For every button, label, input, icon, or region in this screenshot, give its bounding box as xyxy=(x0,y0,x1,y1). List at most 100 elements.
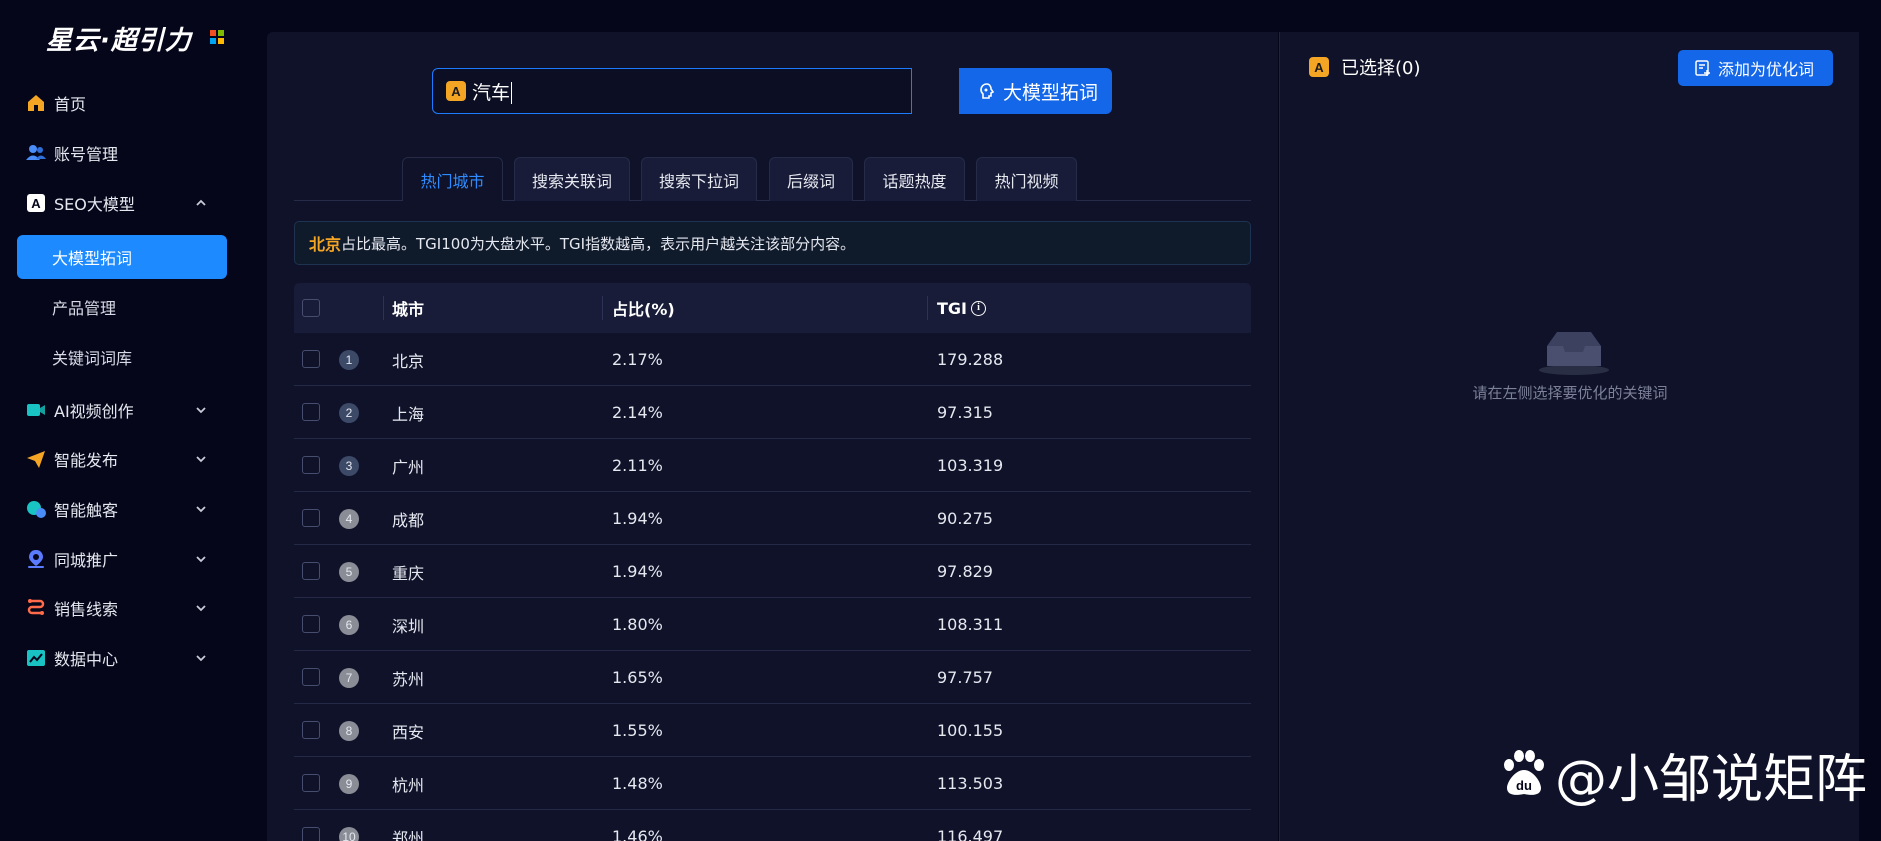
table-row[interactable]: 5 重庆 1.94% 97.829 xyxy=(294,545,1251,598)
empty-inbox-icon xyxy=(1539,332,1609,375)
row-checkbox[interactable] xyxy=(302,509,320,527)
tgi-cell: 113.503 xyxy=(937,774,1004,793)
info-icon[interactable]: i xyxy=(971,300,986,316)
tab-label: 搜索关联词 xyxy=(531,171,612,191)
share-cell: 2.17% xyxy=(612,350,663,369)
watermark-text: @小邹说矩阵 xyxy=(1555,749,1868,810)
tab-hot-cities[interactable]: 热门城市 xyxy=(402,157,503,201)
sidebar-item-label: 数据中心 xyxy=(54,650,119,669)
chevron-down-icon xyxy=(196,605,206,612)
model-expand-button[interactable]: 大模型拓词 xyxy=(959,68,1112,114)
table-row[interactable]: 10 郑州 1.46% 116.497 xyxy=(294,810,1251,841)
share-cell: 1.55% xyxy=(612,721,663,740)
tab-dropdown-keywords[interactable]: 搜索下拉词 xyxy=(641,157,757,201)
share-cell: 1.65% xyxy=(612,668,663,687)
sidebar-subitem-product-management[interactable]: 产品管理 xyxy=(17,285,227,329)
tab-label: 热门视频 xyxy=(994,171,1059,191)
reach-icon xyxy=(26,499,46,519)
row-checkbox[interactable] xyxy=(302,668,320,686)
baidu-paw-icon: du xyxy=(1504,750,1544,795)
tab-suffix-words[interactable]: 后缀词 xyxy=(769,157,853,201)
selection-title-label: 已选择(0) xyxy=(1341,58,1421,79)
sidebar-item-label: 首页 xyxy=(54,95,87,114)
sidebar-item-seo-model[interactable]: A SEO大模型 xyxy=(0,181,230,225)
city-cell: 广州 xyxy=(392,457,425,477)
sidebar-item-home[interactable]: 首页 xyxy=(0,81,230,125)
search-input-value: 汽车 xyxy=(472,81,513,104)
text-caret xyxy=(511,82,513,104)
search-input[interactable]: A 汽车 xyxy=(432,68,912,114)
share-cell: 2.11% xyxy=(612,456,663,475)
column-divider xyxy=(927,296,928,320)
table-row[interactable]: 9 杭州 1.48% 113.503 xyxy=(294,757,1251,810)
chevron-down-icon xyxy=(196,655,206,662)
a-badge-icon: A xyxy=(446,81,466,101)
sidebar-item-data-center[interactable]: 数据中心 xyxy=(0,636,230,680)
city-cell: 苏州 xyxy=(392,669,425,689)
sidebar-subitem-model-expand[interactable]: 大模型拓词 xyxy=(17,235,227,279)
table-row[interactable]: 6 深圳 1.80% 108.311 xyxy=(294,598,1251,651)
table-row[interactable]: 7 苏州 1.65% 97.757 xyxy=(294,651,1251,704)
select-all-checkbox[interactable] xyxy=(302,299,320,317)
row-checkbox[interactable] xyxy=(302,774,320,792)
table-row[interactable]: 1 北京 2.17% 179.288 xyxy=(294,333,1251,386)
sidebar-item-sales-leads[interactable]: 销售线索 xyxy=(0,586,230,630)
sidebar-item-label: SEO大模型 xyxy=(54,195,135,214)
tab-label: 搜索下拉词 xyxy=(658,171,739,191)
tab-hot-videos[interactable]: 热门视频 xyxy=(976,157,1077,201)
share-cell: 1.48% xyxy=(612,774,663,793)
table-row[interactable]: 8 西安 1.55% 100.155 xyxy=(294,704,1251,757)
table-row[interactable]: 3 广州 2.11% 103.319 xyxy=(294,439,1251,492)
selection-panel: A 已选择(0) 添加为优化词 请在左侧选择要优化的关键词 xyxy=(1279,32,1859,841)
share-cell: 1.46% xyxy=(612,827,663,841)
svg-text:du: du xyxy=(1516,778,1532,793)
rank-badge: 6 xyxy=(339,615,359,635)
column-header-tgi-label: TGI xyxy=(937,298,967,318)
city-cell: 杭州 xyxy=(392,775,425,795)
brand-logo-text: 星云·超引力 xyxy=(46,25,192,56)
sidebar-item-local-promo[interactable]: 同城推广 xyxy=(0,537,230,581)
table-row[interactable]: 2 上海 2.14% 97.315 xyxy=(294,386,1251,439)
leads-icon xyxy=(26,598,46,618)
tgi-cell: 116.497 xyxy=(937,827,1004,841)
notice-highlight: 北京 xyxy=(309,235,342,254)
rank-badge: 2 xyxy=(339,403,359,423)
brand-logo[interactable]: 星云·超引力 xyxy=(46,20,192,56)
location-icon xyxy=(26,549,46,569)
row-checkbox[interactable] xyxy=(302,615,320,633)
tab-topic-heat[interactable]: 话题热度 xyxy=(864,157,965,201)
sidebar-item-accounts[interactable]: 账号管理 xyxy=(0,131,230,175)
model-expand-button-label: 大模型拓词 xyxy=(1003,81,1099,104)
row-checkbox[interactable] xyxy=(302,350,320,368)
row-checkbox[interactable] xyxy=(302,456,320,474)
sidebar-item-smart-reach[interactable]: 智能触客 xyxy=(0,487,230,531)
sidebar-item-label: 智能发布 xyxy=(54,451,119,470)
row-checkbox[interactable] xyxy=(302,827,320,841)
tab-related-keywords[interactable]: 搜索关联词 xyxy=(514,157,630,201)
add-optimization-word-button[interactable]: 添加为优化词 xyxy=(1678,50,1833,86)
sidebar-item-ai-video[interactable]: AI视频创作 xyxy=(0,388,230,432)
city-cell: 重庆 xyxy=(392,563,425,583)
chevron-down-icon xyxy=(196,556,206,563)
a-badge-icon: A xyxy=(1309,57,1329,77)
city-cell: 西安 xyxy=(392,722,425,742)
notice-text: 占比最高。TGI100为大盘水平。TGI指数越高，表示用户越关注该部分内容。 xyxy=(341,234,856,253)
tab-label: 热门城市 xyxy=(420,171,485,191)
table-header: 城市 占比(%) TGI i xyxy=(294,283,1251,333)
table-row[interactable]: 4 成都 1.94% 90.275 xyxy=(294,492,1251,545)
share-cell: 2.14% xyxy=(612,403,663,422)
tab-bar: 热门城市 搜索关联词 搜索下拉词 后缀词 话题热度 热门视频 xyxy=(294,157,1251,201)
sidebar-item-smart-publish[interactable]: 智能发布 xyxy=(0,437,230,481)
svg-text:A: A xyxy=(31,196,41,211)
home-icon xyxy=(26,93,46,113)
users-icon xyxy=(26,143,46,163)
tgi-cell: 108.311 xyxy=(937,615,1004,634)
row-checkbox[interactable] xyxy=(302,562,320,580)
row-checkbox[interactable] xyxy=(302,403,320,421)
city-cell: 深圳 xyxy=(392,616,425,636)
tgi-cell: 100.155 xyxy=(937,721,1004,740)
sidebar-subitem-keyword-library[interactable]: 关键词词库 xyxy=(17,335,227,379)
column-divider xyxy=(602,296,603,320)
row-checkbox[interactable] xyxy=(302,721,320,739)
selection-title: A 已选择(0) xyxy=(1309,54,1421,80)
